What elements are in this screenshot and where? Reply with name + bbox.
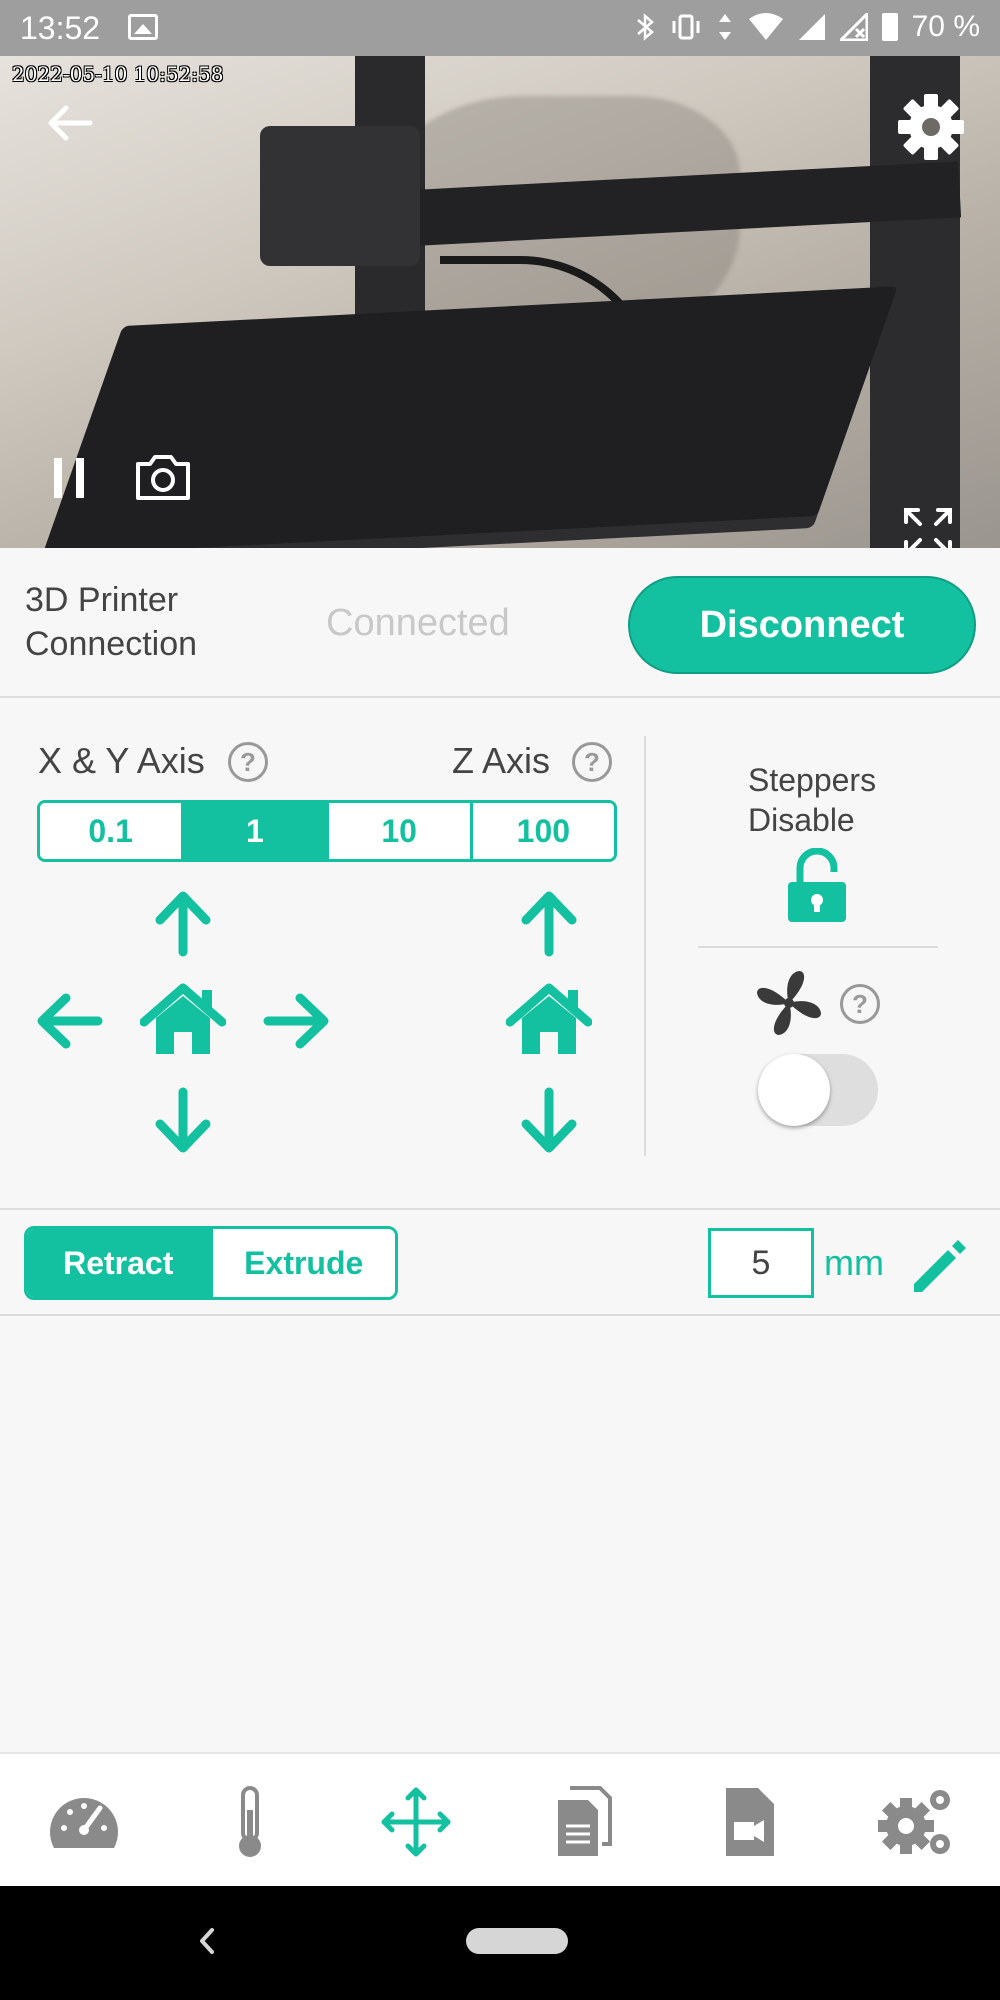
battery-icon <box>881 13 898 41</box>
status-icons: 70 % <box>634 10 980 44</box>
x-plus-arrow-icon[interactable] <box>262 986 332 1056</box>
movement-controls: X & Y Axis ? Z Axis ? 0.1 1 10 100 Stepp… <box>0 700 1000 1210</box>
status-time: 13:52 <box>20 10 101 46</box>
xy-help-icon[interactable]: ? <box>228 742 268 782</box>
fullscreen-icon[interactable] <box>902 506 954 548</box>
step-option-10[interactable]: 10 <box>328 803 473 859</box>
camera-timestamp: 2022-05-10 10:52:58 <box>12 62 224 86</box>
vibrate-icon <box>672 14 700 40</box>
camera-feed[interactable]: 2022-05-10 10:52:58 <box>0 56 1000 548</box>
files-icon[interactable] <box>544 1782 624 1862</box>
extrude-mode-selector: Retract Extrude <box>24 1226 398 1300</box>
unlock-icon[interactable] <box>786 848 848 924</box>
xy-axis-title: X & Y Axis <box>38 740 205 781</box>
image-icon <box>128 14 158 40</box>
move-icon[interactable] <box>376 1782 456 1862</box>
fan-help-icon[interactable]: ? <box>840 984 880 1024</box>
thermometer-icon[interactable] <box>210 1782 290 1862</box>
printer-hotend <box>260 126 420 266</box>
steppers-label-line2: Disable <box>748 802 855 838</box>
step-option-1[interactable]: 1 <box>184 803 329 859</box>
system-home-pill[interactable] <box>466 1928 568 1954</box>
bottom-navigation <box>0 1752 1000 1886</box>
battery-level: 70 % <box>911 10 980 43</box>
system-navigation-bar <box>0 1886 1000 2000</box>
steppers-label-line1: Steppers <box>748 762 877 798</box>
connection-label-line2: Connection <box>25 625 198 663</box>
connection-status: Connected <box>326 602 510 644</box>
home-xy-icon[interactable] <box>140 982 226 1058</box>
connection-label-line1: 3D Printer <box>25 581 179 619</box>
settings-icon[interactable] <box>876 1782 956 1862</box>
step-option-0-1[interactable]: 0.1 <box>40 803 185 859</box>
back-arrow-icon[interactable] <box>44 98 94 148</box>
extrude-button[interactable]: Extrude <box>209 1229 395 1297</box>
z-minus-arrow-icon[interactable] <box>514 1086 584 1156</box>
steppers-disable-label: Steppers Disable <box>748 760 876 840</box>
video-file-icon[interactable] <box>710 1782 790 1862</box>
data-icon <box>718 14 731 40</box>
bluetooth-icon <box>636 13 654 41</box>
extrude-unit: mm <box>824 1242 884 1283</box>
fan-toggle[interactable] <box>758 1054 878 1126</box>
connection-label: 3D Printer Connection <box>25 578 197 666</box>
connection-panel: 3D Printer Connection Connected Disconne… <box>0 548 1000 698</box>
signal-x-icon <box>839 13 868 41</box>
dashboard-icon[interactable] <box>44 1782 124 1862</box>
status-bar: 13:52 70 % <box>0 0 1000 56</box>
pencil-icon[interactable] <box>906 1234 970 1298</box>
x-minus-arrow-icon[interactable] <box>34 986 104 1056</box>
z-axis-title: Z Axis <box>452 740 551 781</box>
retract-button[interactable]: Retract <box>27 1229 210 1297</box>
printer-bed <box>42 286 898 548</box>
step-option-100[interactable]: 100 <box>472 803 614 859</box>
fan-icon <box>757 971 821 1035</box>
gear-icon[interactable] <box>896 92 966 162</box>
y-minus-arrow-icon[interactable] <box>148 1086 218 1156</box>
system-back-icon[interactable] <box>192 1924 222 1958</box>
controls-divider <box>644 736 646 1156</box>
fan-toggle-knob <box>758 1054 830 1126</box>
wifi-icon <box>748 13 783 40</box>
steppers-divider <box>698 946 938 948</box>
z-help-icon[interactable]: ? <box>572 742 612 782</box>
signal-icon <box>798 14 825 40</box>
step-size-selector: 0.1 1 10 100 <box>37 800 617 862</box>
camera-icon[interactable] <box>134 452 192 502</box>
y-plus-arrow-icon[interactable] <box>148 888 218 958</box>
home-z-icon[interactable] <box>506 982 592 1058</box>
extrude-amount-field[interactable]: 5 <box>708 1228 814 1298</box>
disconnect-button[interactable]: Disconnect <box>628 576 976 674</box>
z-plus-arrow-icon[interactable] <box>514 888 584 958</box>
extruder-controls: Retract Extrude 5 mm <box>0 1212 1000 1316</box>
pause-icon[interactable] <box>52 458 88 498</box>
